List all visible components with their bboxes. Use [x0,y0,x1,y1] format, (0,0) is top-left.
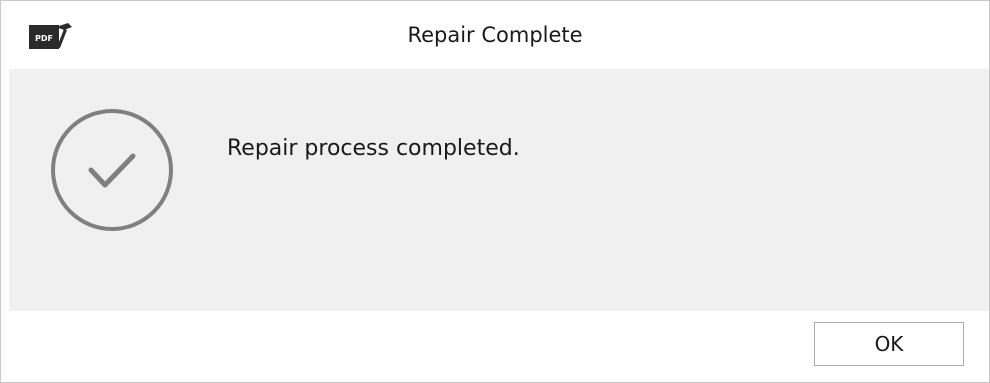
title-bar[interactable]: PDF Repair Complete [1,1,989,69]
window-title: Repair Complete [407,23,583,47]
ok-button[interactable]: OK [814,322,964,366]
check-circle-icon [51,109,173,231]
dialog-window: PDF Repair Complete Repair process compl… [0,0,990,383]
dialog-content: Repair process completed. [9,69,989,311]
status-message: Repair process completed. [227,136,520,161]
dialog-footer: OK [1,311,989,382]
